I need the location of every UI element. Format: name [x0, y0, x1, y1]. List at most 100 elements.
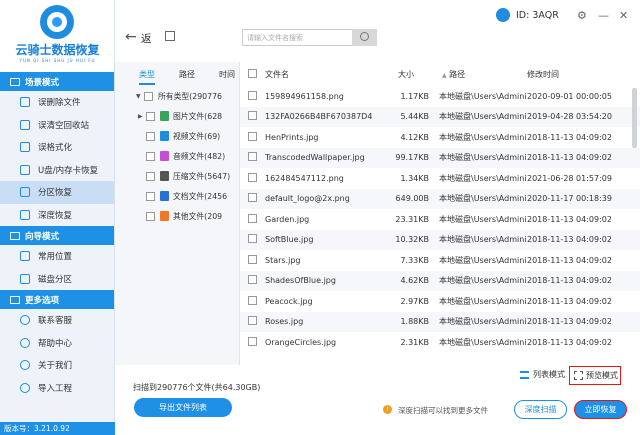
search-button[interactable] — [352, 29, 377, 46]
row-checkbox[interactable] — [248, 234, 257, 244]
format-icon — [20, 142, 30, 153]
row-checkbox[interactable] — [248, 254, 257, 264]
table-row[interactable]: 132FA0266B4BF670387D4 5.44KB 本地磁盘\Users\Ad… — [240, 106, 640, 127]
sidebar-item[interactable]: 联系客服 — [0, 309, 114, 332]
file-size: 23.31KB — [395, 214, 429, 224]
close-button[interactable]: ✕ — [619, 9, 628, 22]
row-checkbox[interactable] — [248, 336, 257, 346]
sidebar-item-label: 磁盘分区 — [38, 274, 73, 285]
file-date: 2018-11-13 04:09:02 — [527, 296, 612, 306]
sidebar-item[interactable]: 磁盘分区 — [0, 268, 114, 291]
table-row[interactable]: 159894961158.png 1.17KB 本地磁盘\Users\Adminis… — [240, 86, 640, 107]
tree-item[interactable]: ▶ 图片文件(628 — [115, 106, 239, 126]
section-title: 向导模式 — [25, 231, 60, 242]
row-checkbox[interactable] — [248, 111, 257, 121]
section-header: 更多选项 — [0, 290, 114, 309]
tab-time[interactable]: 时间 — [219, 69, 235, 80]
table-row[interactable]: HenPrints.jpg 4.12KB 本地磁盘\Users\Administra… — [240, 127, 640, 148]
table-row[interactable]: default_logo@2x.png 649.00B 本地磁盘\Users\Adm… — [240, 188, 640, 209]
row-checkbox[interactable] — [248, 131, 257, 141]
row-checkbox[interactable] — [248, 152, 257, 162]
recover-now-button[interactable]: 立即恢复 — [574, 400, 627, 419]
search-icon — [360, 32, 369, 41]
checkbox[interactable] — [146, 171, 155, 181]
header-name[interactable]: 文件名 — [265, 69, 395, 80]
checkbox[interactable] — [144, 91, 153, 101]
row-checkbox-cell — [240, 111, 265, 122]
table-row[interactable]: TranscodedWallpaper.jpg 99.17KB 本地磁盘\Users… — [240, 147, 640, 168]
table-row[interactable]: ShadesOfBlue.jpg 4.62KB 本地磁盘\Users\Adminis… — [240, 270, 640, 291]
sidebar-item[interactable]: 误删除文件 — [0, 91, 114, 114]
sidebar-item[interactable]: 常用位置 — [0, 245, 114, 268]
row-checkbox[interactable] — [248, 90, 257, 100]
file-size: 5.44KB — [400, 112, 429, 122]
deep-scan-button[interactable]: 深度扫描 — [514, 400, 567, 419]
return-icon[interactable] — [165, 31, 175, 41]
table-row[interactable]: Garden.jpg 23.31KB 本地磁盘\Users\Administrat2… — [240, 209, 640, 230]
expand-icon[interactable]: ▶ — [138, 113, 146, 120]
preview-mode-button[interactable]: 预览模式 — [569, 366, 621, 385]
sidebar-item-label: 分区恢复 — [38, 188, 73, 199]
file-date: 2018-11-13 04:09:02 — [527, 337, 612, 347]
tab-path[interactable]: 路径 — [179, 69, 195, 80]
tree-root[interactable]: ▼ 所有类型(290776 — [115, 86, 239, 106]
tree-tabs: 类型 路径 时间 — [115, 62, 239, 86]
checkbox[interactable] — [146, 151, 155, 161]
sidebar-item[interactable]: 帮助中心 — [0, 332, 114, 355]
tree-item[interactable]: 文档文件(2456 — [115, 186, 239, 206]
header-path[interactable]: ▲ 路径 — [435, 69, 527, 80]
list-mode-button[interactable]: 列表模式 — [520, 369, 565, 380]
table-row[interactable]: OrangeCircles.jpg 2.31KB 本地磁盘\Users\Admini… — [240, 332, 640, 353]
sidebar-item[interactable]: 关于我们 — [0, 354, 114, 377]
sidebar-item[interactable]: 导入工程 — [0, 377, 114, 400]
file-path: 本地磁盘\Users\Administrat — [439, 112, 527, 122]
tab-type[interactable]: 类型 — [139, 69, 155, 85]
export-list-button[interactable]: 导出文件列表 — [134, 398, 232, 417]
checkbox[interactable] — [146, 191, 155, 201]
file-size: 2.97KB — [400, 296, 429, 306]
checkbox[interactable] — [146, 131, 155, 141]
table-row[interactable]: Roses.jpg 1.88KB 本地磁盘\Users\Administrat201… — [240, 311, 640, 332]
row-checkbox[interactable] — [248, 172, 257, 182]
sidebar-item[interactable]: U盘/内存卡恢复 — [0, 159, 114, 182]
section-title: 场景模式 — [25, 77, 60, 88]
header-date[interactable]: 修改时间 — [527, 69, 632, 80]
checkbox[interactable] — [146, 211, 155, 221]
back-arrow-icon[interactable]: ← — [125, 29, 137, 45]
file-date: 2018-11-13 04:09:02 — [527, 317, 612, 327]
tree-children: ▶ 图片文件(628 视频文件(69) 音频文件(482) 压缩文件(5647) 文档文件… — [115, 106, 239, 226]
tree-item[interactable]: 音频文件(482) — [115, 146, 239, 166]
sidebar-item[interactable]: 分区恢复 — [0, 181, 114, 204]
file-name: 162484547112.png — [265, 173, 344, 183]
select-all-checkbox[interactable] — [248, 68, 257, 78]
sidebar-item[interactable]: 深度恢复 — [0, 204, 114, 227]
checkbox[interactable] — [146, 111, 155, 121]
file-size: 4.12KB — [400, 132, 429, 142]
row-checkbox[interactable] — [248, 213, 257, 223]
table-row[interactable]: Peacock.jpg 2.97KB 本地磁盘\Users\Administrat2… — [240, 291, 640, 312]
tree-item[interactable]: 压缩文件(5647) — [115, 166, 239, 186]
settings-icon[interactable]: ⚙ — [577, 9, 587, 22]
row-checkbox[interactable] — [248, 316, 257, 326]
disk-icon — [20, 273, 30, 284]
back-button[interactable]: 返 — [141, 31, 152, 46]
file-size: 10.32KB — [395, 235, 429, 245]
partition-icon — [20, 187, 30, 198]
table-row[interactable]: Stars.jpg 7.33KB 本地磁盘\Users\Administrat201… — [240, 250, 640, 271]
sidebar-item[interactable]: 误清空回收站 — [0, 114, 114, 137]
row-checkbox[interactable] — [248, 295, 257, 305]
collapse-icon[interactable]: ▼ — [136, 93, 144, 100]
minimize-button[interactable]: — — [598, 9, 609, 22]
table-row[interactable]: SoftBlue.jpg 10.32KB 本地磁盘\Users\Administra… — [240, 229, 640, 250]
row-checkbox[interactable] — [248, 275, 257, 285]
table-row[interactable]: 162484547112.png 1.34KB 本地磁盘\Users\Adminis… — [240, 168, 640, 189]
row-checkbox[interactable] — [248, 193, 257, 203]
file-size: 4.62KB — [400, 276, 429, 286]
tree-item[interactable]: 视频文件(69) — [115, 126, 239, 146]
trash-icon — [20, 97, 30, 108]
header-size[interactable]: 大小 — [395, 69, 435, 80]
scrollbar[interactable] — [632, 88, 637, 148]
usb-icon — [20, 164, 30, 175]
tree-item[interactable]: 其他文件(209 — [115, 206, 239, 226]
sidebar-item[interactable]: 误格式化 — [0, 136, 114, 159]
